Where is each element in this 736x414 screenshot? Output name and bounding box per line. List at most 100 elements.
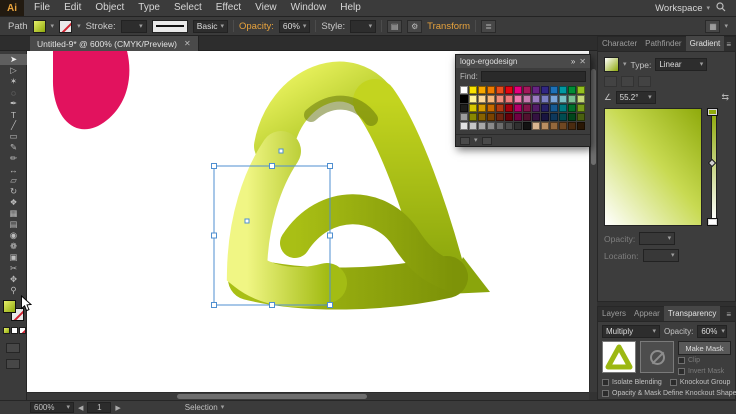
tab-layers[interactable]: Layers xyxy=(598,306,630,321)
symbol-sprayer-tool[interactable]: ❁ xyxy=(0,241,27,252)
color-swatch[interactable] xyxy=(523,122,531,130)
rotate-tool[interactable]: ↻ xyxy=(0,186,27,197)
transform-link[interactable]: Transform xyxy=(427,21,470,32)
color-swatch[interactable] xyxy=(469,104,477,112)
color-swatch[interactable] xyxy=(541,95,549,103)
chevron-down-icon[interactable]: ▾ xyxy=(724,23,728,30)
direct-selection-tool[interactable]: ▷ xyxy=(0,65,27,76)
color-swatch[interactable] xyxy=(523,95,531,103)
color-swatch[interactable] xyxy=(541,86,549,94)
stroke-weight-dropdown[interactable]: ▾ xyxy=(120,19,147,33)
color-swatch[interactable] xyxy=(559,122,567,130)
vertical-scrollbar-thumb[interactable] xyxy=(591,69,596,165)
color-swatch[interactable] xyxy=(523,104,531,112)
color-swatch[interactable] xyxy=(487,86,495,94)
color-swatch[interactable] xyxy=(505,122,513,130)
color-swatch[interactable] xyxy=(577,113,585,121)
color-swatch[interactable] xyxy=(550,86,558,94)
color-swatch[interactable] xyxy=(478,95,486,103)
align-icon[interactable]: ≣ xyxy=(481,19,497,33)
tab-character[interactable]: Character xyxy=(598,36,641,51)
status-indicator[interactable]: Selection ▾ xyxy=(185,403,224,412)
color-swatch[interactable] xyxy=(496,104,504,112)
shape-builder-tool[interactable]: ❖ xyxy=(0,197,27,208)
color-swatch[interactable] xyxy=(577,86,585,94)
color-swatch[interactable] xyxy=(478,104,486,112)
color-swatch[interactable] xyxy=(460,122,468,130)
previous-artboard-icon[interactable]: ◀ xyxy=(78,404,83,412)
opacity-link[interactable]: Opacity: xyxy=(239,21,274,32)
collapse-icon[interactable]: » xyxy=(571,57,575,66)
pencil-tool[interactable]: ✏ xyxy=(0,153,27,164)
menu-item-window[interactable]: Window xyxy=(284,0,334,16)
color-swatch[interactable] xyxy=(487,95,495,103)
gradient-tool[interactable]: ▤ xyxy=(0,219,27,230)
color-swatch[interactable] xyxy=(559,86,567,94)
none-button[interactable] xyxy=(19,327,26,334)
brush-definition-dropdown[interactable]: Basic ▾ xyxy=(192,19,228,33)
color-swatch[interactable] xyxy=(514,86,522,94)
lasso-tool[interactable]: ◌ xyxy=(0,87,27,98)
menu-item-help[interactable]: Help xyxy=(333,0,368,16)
swatch-kinds-icon[interactable] xyxy=(460,136,470,145)
color-swatch[interactable] xyxy=(469,122,477,130)
define-knockout-checkbox[interactable] xyxy=(602,390,609,397)
arrange-documents-icon[interactable]: ▦ xyxy=(705,19,721,33)
reverse-gradient-icon[interactable]: ⇆ xyxy=(721,92,729,103)
document-setup-icon[interactable]: ▤ xyxy=(387,19,403,33)
transparency-opacity-dropdown[interactable]: 60% ▾ xyxy=(697,325,728,338)
panel-menu-icon[interactable]: ≡ xyxy=(726,40,735,51)
stroke-color-swatch[interactable] xyxy=(59,19,73,33)
color-swatch[interactable] xyxy=(514,122,522,130)
color-swatch[interactable] xyxy=(550,104,558,112)
gradient-type-dropdown[interactable]: Linear ▾ xyxy=(655,58,708,71)
artboard-number-field[interactable]: 1 xyxy=(87,402,112,413)
color-swatch[interactable] xyxy=(460,104,468,112)
color-swatch[interactable] xyxy=(487,122,495,130)
knockout-group-checkbox[interactable] xyxy=(669,379,677,386)
width-tool[interactable]: ↔ xyxy=(0,164,27,175)
eyedropper-tool[interactable]: ◉ xyxy=(0,230,27,241)
color-swatch[interactable] xyxy=(514,104,522,112)
fill-chevron-icon[interactable]: ▾ xyxy=(51,23,55,30)
blend-mode-dropdown[interactable]: Multiply ▾ xyxy=(602,325,660,338)
search-icon[interactable] xyxy=(716,1,726,15)
canvas[interactable]: logo-ergodesign » ✕ Find: ▾ xyxy=(27,51,597,400)
color-swatch[interactable] xyxy=(523,113,531,121)
color-swatch[interactable] xyxy=(550,122,558,130)
tab-gradient[interactable]: Gradient xyxy=(685,36,725,51)
color-swatch[interactable] xyxy=(487,104,495,112)
color-swatch[interactable] xyxy=(568,104,576,112)
mask-thumbnail[interactable] xyxy=(640,341,674,373)
menu-item-object[interactable]: Object xyxy=(88,0,131,16)
color-swatch[interactable] xyxy=(505,104,513,112)
color-swatch[interactable] xyxy=(478,113,486,121)
workspace-switcher[interactable]: Workspace ▾ xyxy=(655,3,710,14)
close-icon[interactable]: ✕ xyxy=(184,39,191,48)
drawing-mode-button[interactable] xyxy=(6,343,20,353)
color-swatch[interactable] xyxy=(514,113,522,121)
color-swatch[interactable] xyxy=(460,86,468,94)
magic-wand-tool[interactable]: ✶ xyxy=(0,76,27,87)
free-transform-tool[interactable]: ▱ xyxy=(0,175,27,186)
menu-item-edit[interactable]: Edit xyxy=(57,0,88,16)
next-artboard-icon[interactable]: ▶ xyxy=(115,404,120,412)
color-swatch[interactable] xyxy=(532,104,540,112)
menu-item-view[interactable]: View xyxy=(248,0,284,16)
preferences-icon[interactable]: ⚙ xyxy=(407,19,423,33)
color-swatch[interactable] xyxy=(541,113,549,121)
menu-item-type[interactable]: Type xyxy=(131,0,167,16)
close-icon[interactable]: ✕ xyxy=(579,57,586,66)
color-swatch[interactable] xyxy=(559,113,567,121)
document-tab[interactable]: Untitled-9* @ 600% (CMYK/Preview) ✕ xyxy=(30,36,199,51)
color-swatch[interactable] xyxy=(496,95,504,103)
color-swatch[interactable] xyxy=(514,95,522,103)
color-swatch[interactable] xyxy=(469,113,477,121)
color-swatch[interactable] xyxy=(460,113,468,121)
color-swatch[interactable] xyxy=(532,95,540,103)
swatch-libraries-icon[interactable] xyxy=(481,136,492,145)
tab-appear[interactable]: Appear xyxy=(630,306,664,321)
color-swatch[interactable] xyxy=(496,113,504,121)
color-swatch[interactable] xyxy=(505,95,513,103)
artboard-tool[interactable]: ▣ xyxy=(0,252,27,263)
